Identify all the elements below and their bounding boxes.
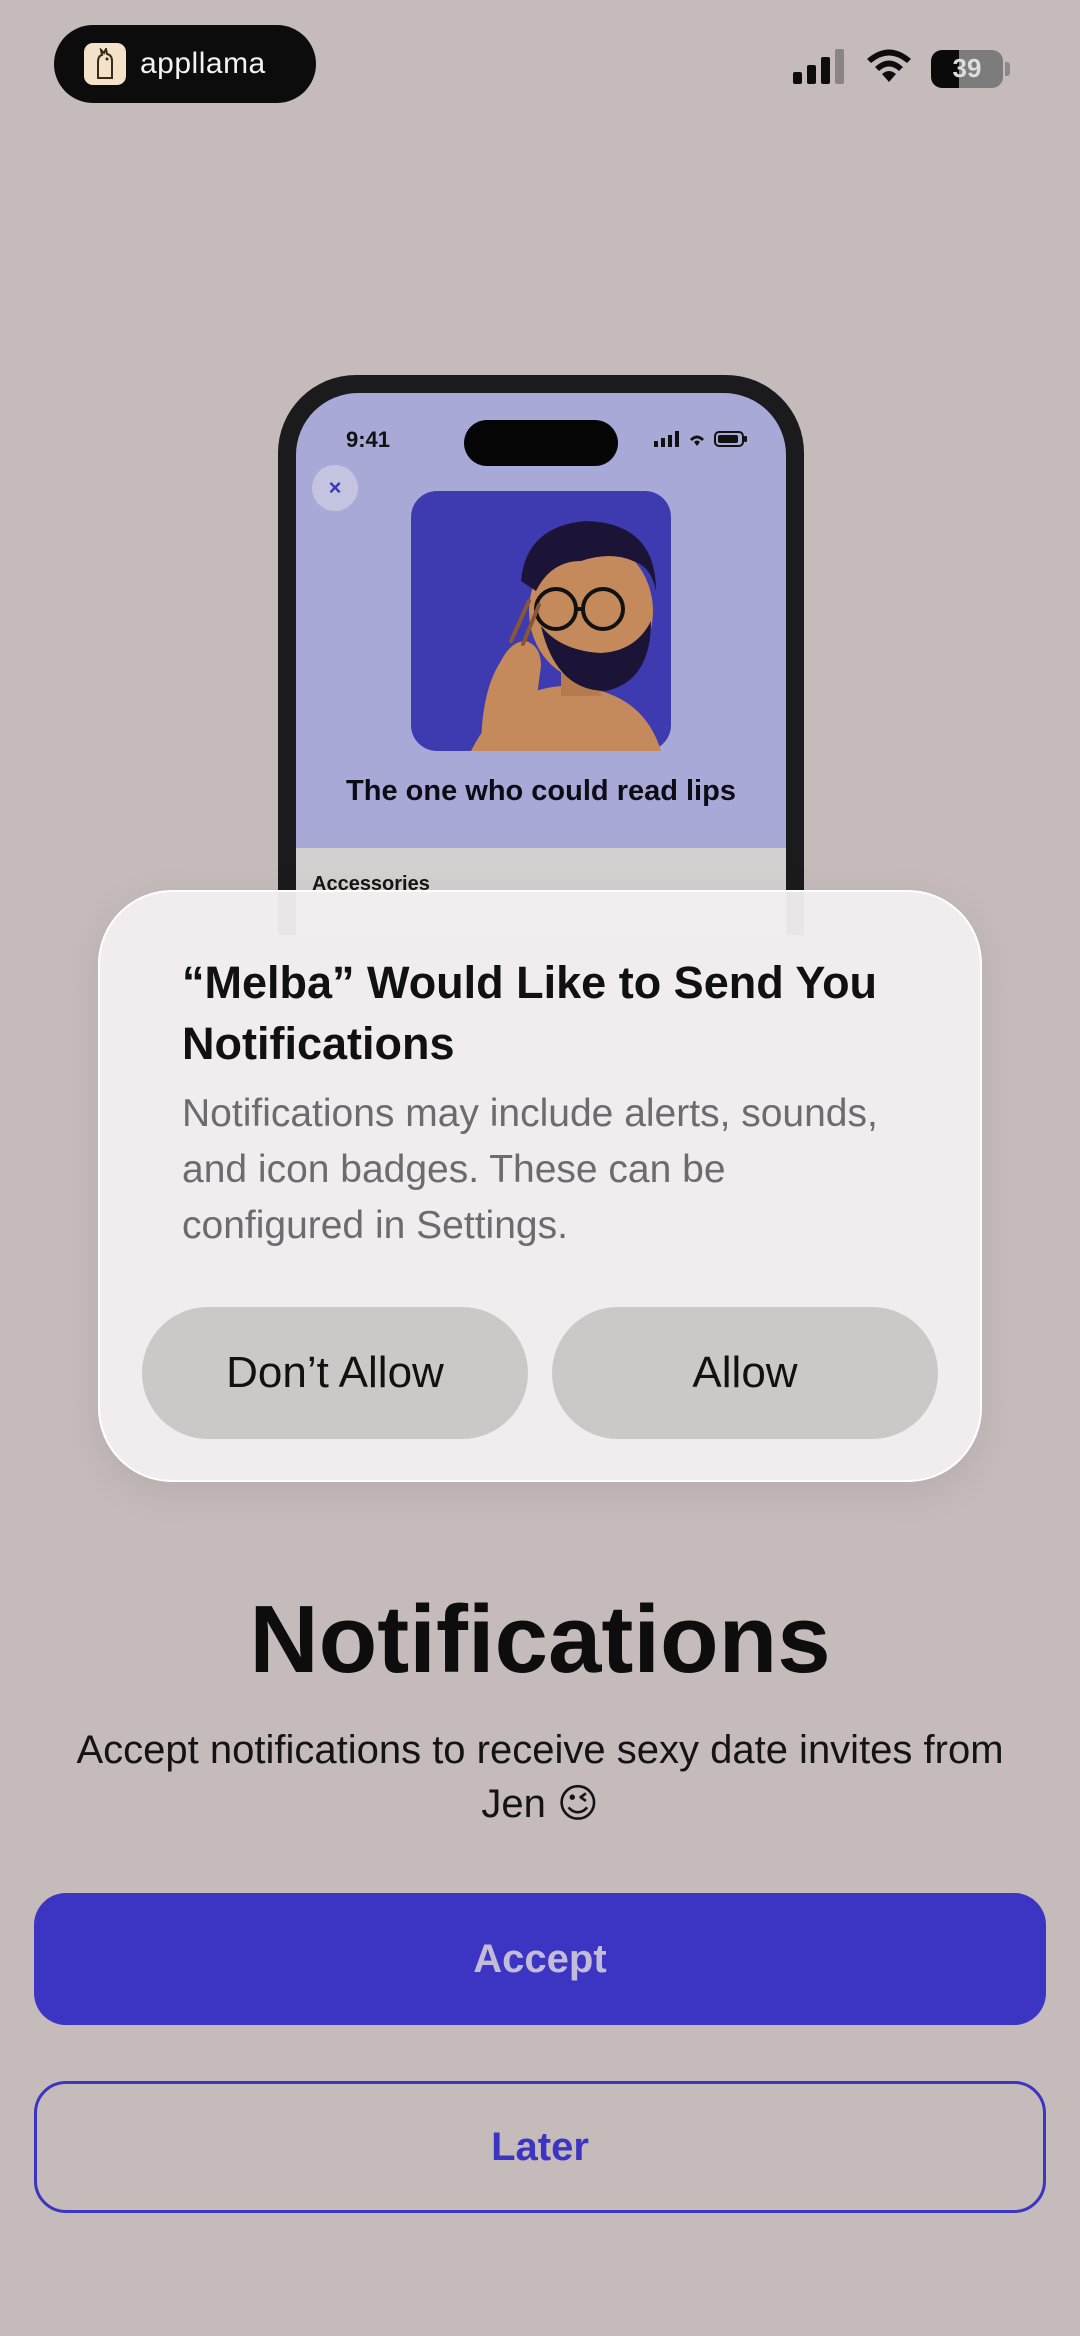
status-icons: 39 (793, 48, 1010, 89)
notification-permission-alert: “Melba” Would Like to Send You Notificat… (98, 890, 982, 1482)
dynamic-island (464, 420, 618, 466)
mock-close-icon: × (312, 465, 358, 511)
battery-level: 39 (952, 53, 982, 83)
dont-allow-button[interactable]: Don’t Allow (142, 1307, 528, 1439)
phone-mockup: 9:41 × The one who could read lips Acces… (278, 375, 804, 935)
page-subtitle: Accept notifications to receive sexy dat… (76, 1728, 1004, 1826)
alert-buttons: Don’t Allow Allow (142, 1307, 938, 1439)
alert-title: “Melba” Would Like to Send You Notificat… (182, 957, 878, 1069)
bearded-man-illustration (411, 491, 671, 751)
llama-logo-icon (84, 43, 126, 85)
battery-icon: 39 (931, 49, 1003, 88)
appllama-badge: appllama (54, 25, 316, 103)
phone-screen: 9:41 × The one who could read lips Acces… (296, 393, 786, 935)
mock-illustration (411, 491, 671, 756)
mock-status-icons (654, 431, 748, 447)
wifi-icon (865, 48, 913, 89)
mock-signal-icon (654, 431, 679, 447)
mock-caption: The one who could read lips (346, 775, 736, 807)
brand-name: appllama (140, 47, 266, 80)
allow-button[interactable]: Allow (552, 1307, 938, 1439)
later-button[interactable]: Later (34, 2081, 1046, 2213)
page-title: Notifications (249, 1586, 831, 1693)
mock-time: 9:41 (346, 427, 391, 452)
signal-icon (793, 48, 847, 89)
mock-wifi-icon (690, 435, 704, 446)
battery-nub (1005, 61, 1010, 76)
mock-battery-icon (714, 431, 747, 447)
accept-button[interactable]: Accept (34, 1893, 1046, 2025)
alert-message: Notifications may include alerts, sounds… (182, 1092, 878, 1247)
